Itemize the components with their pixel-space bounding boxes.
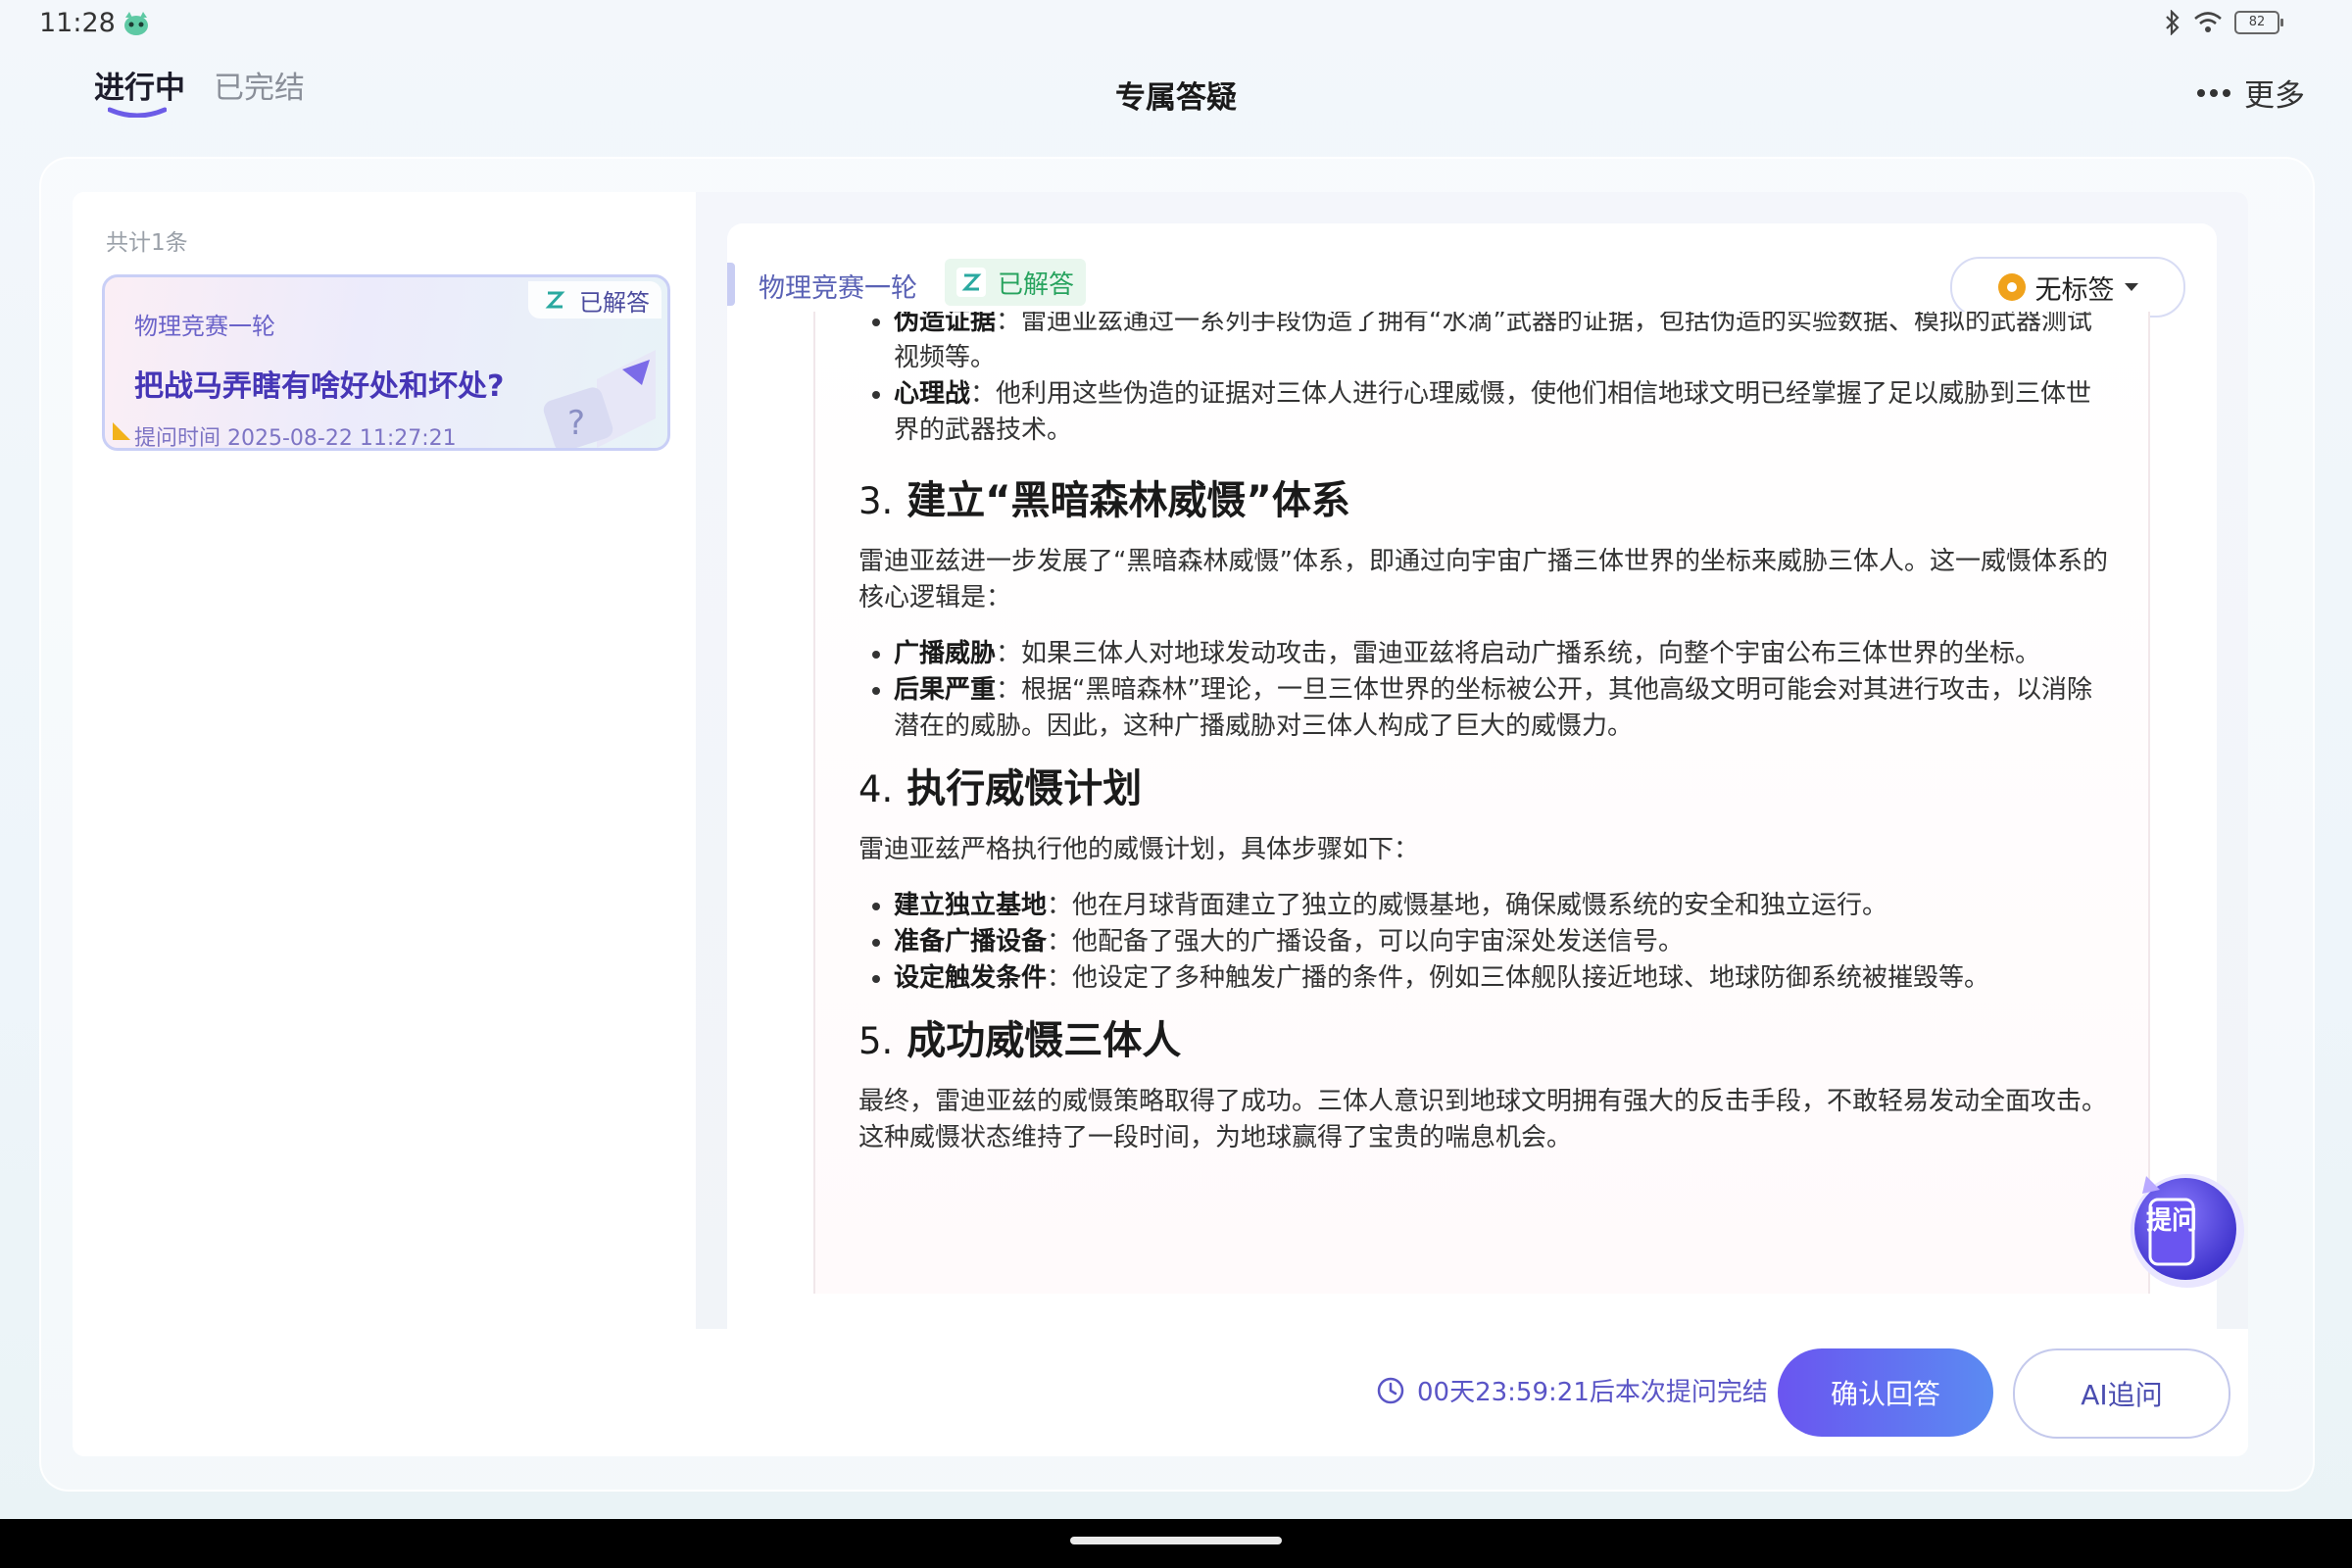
ask-fab-icon: 提问 — [2131, 1174, 2244, 1288]
bullet-list: 广播威胁：如果三体人对地球发动攻击，雷迪亚兹将启动广播系统，向整个宇宙公布三体世… — [858, 636, 2113, 745]
bluetooth-icon — [2166, 10, 2180, 35]
wifi-icon — [2194, 12, 2222, 32]
z-logo-icon — [956, 268, 986, 297]
clock-icon — [1377, 1377, 1404, 1403]
answer-status-label: 已解答 — [998, 270, 1075, 300]
countdown: 00天23:59:21后本次提问完结 — [1376, 1372, 1768, 1408]
list-item: 心理战：他利用这些伪造的证据对三体人进行心理威慑，使他们相信地球文明已经掌握了足… — [894, 376, 2113, 449]
svg-text:提问: 提问 — [2146, 1206, 2197, 1236]
ai-followup-button[interactable]: AI追问 — [2013, 1348, 2230, 1439]
main-card: 共计1条 物理竞赛一轮 已解答 把战马弄瞎有啥好处和坏处? 提问时间 2025-… — [73, 192, 2248, 1456]
ask-question-fab[interactable]: 提问 — [2117, 1160, 2250, 1294]
action-footer: 00天23:59:21后本次提问完结 确认回答 AI追问 — [73, 1329, 2248, 1456]
more-label: 更多 — [2244, 78, 2305, 114]
status-icons: 82 — [2164, 10, 2283, 35]
answer-card: 物理竞赛一轮 已解答 无标签 伪造证据：雷迪亚兹通过一系列手段伪造了拥有“水滴”… — [727, 223, 2217, 1329]
tag-label: 无标签 — [2034, 274, 2115, 306]
question-count: 共计1条 — [106, 230, 188, 256]
answer-panel: 物理竞赛一轮 已解答 无标签 伪造证据：雷迪亚兹通过一系列手段伪造了拥有“水滴”… — [696, 192, 2248, 1329]
tag-dropdown[interactable]: 无标签 — [1950, 257, 2185, 318]
more-dots-icon — [2197, 88, 2230, 97]
card-corner-marker — [113, 422, 130, 440]
question-time: 提问时间 2025-08-22 11:27:21 — [134, 426, 457, 451]
bullet-list: 伪造证据：雷迪亚兹通过一系列手段伪造了拥有“水滴”武器的证据，包括伪造的实验数据… — [858, 312, 2113, 449]
app-mascot-icon — [124, 12, 148, 35]
bullet-list: 建立独立基地：他在月球背面建立了独立的威慑基地，确保威慑系统的安全和独立运行。 … — [858, 888, 2113, 997]
more-button[interactable]: 更多 — [2197, 71, 2305, 115]
countdown-text: 00天23:59:21后本次提问完结 — [1417, 1378, 1768, 1407]
answer-text: 伪造证据：雷迪亚兹通过一系列手段伪造了拥有“水滴”武器的证据，包括伪造的实验数据… — [858, 312, 2113, 1156]
section-paragraph: 最终，雷迪亚兹的威慑策略取得了成功。三体人意识到地球文明拥有强大的反击手段，不敢… — [858, 1087, 2108, 1152]
question-subject: 物理竞赛一轮 — [134, 313, 275, 340]
system-nav-bar — [0, 1519, 2352, 1568]
section-heading: 3. 建立“黑暗森林威慑”体系 — [858, 478, 1350, 523]
svg-text:?: ? — [567, 404, 585, 443]
question-list-panel: 共计1条 物理竞赛一轮 已解答 把战马弄瞎有啥好处和坏处? 提问时间 2025-… — [73, 192, 696, 1329]
status-time: 11:28 — [39, 8, 116, 38]
list-item: 广播威胁：如果三体人对地球发动攻击，雷迪亚兹将启动广播系统，向整个宇宙公布三体世… — [894, 636, 2113, 672]
confirm-answer-button[interactable]: 确认回答 — [1778, 1348, 1993, 1437]
battery-icon: 82 — [2234, 11, 2283, 34]
home-gesture-handle[interactable] — [1070, 1537, 1282, 1544]
list-item: 设定触发条件：他设定了多种触发广播的条件，例如三体舰队接近地球、地球防御系统被摧… — [894, 960, 2113, 997]
list-item: 后果严重：根据“黑暗森林”理论，一旦三体世界的坐标被公开，其他高级文明可能会对其… — [894, 672, 2113, 745]
status-bar: 11:28 82 — [0, 0, 2352, 49]
answer-content[interactable]: 伪造证据：雷迪亚兹通过一系列手段伪造了拥有“水滴”武器的证据，包括伪造的实验数据… — [813, 312, 2150, 1294]
question-card[interactable]: 物理竞赛一轮 已解答 把战马弄瞎有啥好处和坏处? 提问时间 2025-08-22… — [102, 274, 670, 451]
list-item: 伪造证据：雷迪亚兹通过一系列手段伪造了拥有“水滴”武器的证据，包括伪造的实验数据… — [894, 312, 2113, 376]
chevron-down-icon — [2124, 283, 2138, 291]
tag-icon — [1997, 273, 2026, 301]
answer-accent-bar — [727, 263, 735, 306]
section-paragraph: 雷迪亚兹进一步发展了“黑暗森林威慑”体系，即通过向宇宙广播三体世界的坐标来威胁三… — [858, 547, 2108, 612]
list-item: 准备广播设备：他配备了强大的广播设备，可以向宇宙深处发送信号。 — [894, 924, 2113, 960]
section-heading: 4. 执行威慑计划 — [858, 766, 1143, 811]
answer-status-badge: 已解答 — [945, 259, 1087, 306]
section-heading: 5. 成功威慑三体人 — [858, 1018, 1182, 1063]
list-item: 建立独立基地：他在月球背面建立了独立的威慑基地，确保威慑系统的安全和独立运行。 — [894, 888, 2113, 924]
answer-subject: 物理竞赛一轮 — [759, 273, 917, 304]
section-paragraph: 雷迪亚兹严格执行他的威慑计划，具体步骤如下： — [858, 835, 1420, 864]
question-title: 把战马弄瞎有啥好处和坏处? — [134, 369, 505, 404]
question-mark-illustration: ? — [543, 350, 656, 448]
page-title: 专属答疑 — [1115, 80, 1237, 116]
